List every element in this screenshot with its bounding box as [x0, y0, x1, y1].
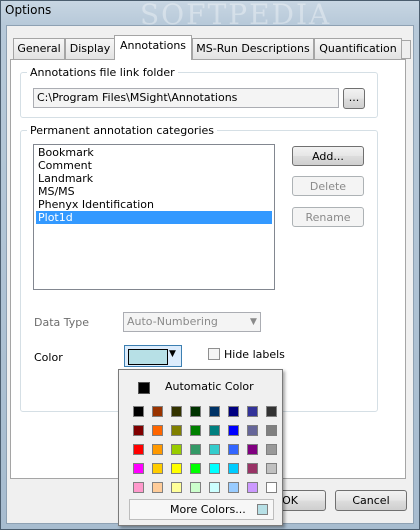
categories-list[interactable]: Bookmark Comment Landmark MS/MS Phenyx I… [33, 144, 275, 290]
palette-swatch[interactable] [171, 482, 182, 493]
list-item[interactable]: MS/MS [36, 185, 272, 198]
palette-swatch[interactable] [152, 444, 163, 455]
palette-swatch[interactable] [190, 425, 201, 436]
list-item[interactable]: Landmark [36, 172, 272, 185]
palette-swatch[interactable] [247, 406, 258, 417]
palette-swatch[interactable] [209, 425, 220, 436]
palette-swatch[interactable] [209, 482, 220, 493]
tab-scroll-arrow[interactable] [401, 40, 411, 59]
color-picker-button[interactable]: ▼ [124, 345, 182, 367]
palette-swatch[interactable] [228, 463, 239, 474]
palette-swatch[interactable] [247, 482, 258, 493]
palette-swatch[interactable] [133, 406, 144, 417]
palette-swatch[interactable] [152, 482, 163, 493]
window-title: Options [5, 3, 52, 17]
palette-swatch[interactable] [247, 425, 258, 436]
palette-swatch[interactable] [171, 406, 182, 417]
palette-swatch[interactable] [133, 463, 144, 474]
chevron-down-icon: ▼ [250, 317, 257, 327]
color-swatch-preview [128, 349, 168, 365]
palette-swatch[interactable] [228, 444, 239, 455]
color-label: Color [34, 351, 63, 364]
list-item[interactable]: Comment [36, 159, 272, 172]
list-item[interactable]: Phenyx Identification [36, 198, 272, 211]
data-type-select[interactable]: Auto-Numbering [123, 312, 261, 332]
add-category-button[interactable]: Add... [292, 146, 364, 166]
palette-swatch[interactable] [266, 406, 277, 417]
list-item-selected[interactable]: Plot1d [36, 211, 272, 224]
palette-swatch[interactable] [228, 406, 239, 417]
palette-swatch[interactable] [228, 425, 239, 436]
folder-group-label: Annotations file link folder [27, 66, 178, 79]
cancel-button[interactable]: Cancel [335, 490, 407, 511]
palette-swatch[interactable] [266, 463, 277, 474]
tab-ms-run-descriptions[interactable]: MS-Run Descriptions [192, 38, 314, 59]
more-colors-label: More Colors... [170, 503, 246, 516]
palette-swatch[interactable] [209, 406, 220, 417]
palette-swatch[interactable] [190, 406, 201, 417]
palette-swatch[interactable] [209, 463, 220, 474]
list-item[interactable]: Bookmark [36, 146, 272, 159]
palette-swatch[interactable] [190, 482, 201, 493]
palette-swatch[interactable] [133, 425, 144, 436]
palette-swatch[interactable] [171, 425, 182, 436]
palette-swatch[interactable] [190, 444, 201, 455]
categories-group-label: Permanent annotation categories [27, 124, 218, 137]
color-popup: Automatic Color More Colors... [118, 369, 283, 526]
data-type-label: Data Type [34, 316, 90, 329]
palette-swatch[interactable] [171, 444, 182, 455]
hide-labels-label: Hide labels [224, 348, 285, 361]
palette-swatch[interactable] [247, 444, 258, 455]
tab-general[interactable]: General [13, 38, 65, 59]
folder-path-field[interactable]: C:\Program Files\MSight\Annotations [33, 88, 339, 108]
palette-swatch[interactable] [171, 463, 182, 474]
rename-category-button[interactable]: Rename [292, 207, 364, 227]
palette-swatch[interactable] [266, 425, 277, 436]
tab-display[interactable]: Display [65, 38, 115, 59]
palette-swatch[interactable] [190, 463, 201, 474]
tab-quantification[interactable]: Quantification [314, 38, 402, 59]
hide-labels-checkbox[interactable] [208, 348, 220, 360]
automatic-color-swatch [138, 382, 150, 394]
palette-swatch[interactable] [133, 444, 144, 455]
browse-folder-button[interactable]: ... [343, 88, 365, 109]
tab-annotations[interactable]: Annotations [114, 35, 192, 60]
palette-swatch[interactable] [266, 482, 277, 493]
palette-swatch[interactable] [152, 425, 163, 436]
automatic-color-option[interactable]: Automatic Color [165, 380, 254, 393]
more-colors-button[interactable]: More Colors... [129, 499, 274, 520]
chevron-down-icon: ▼ [169, 349, 176, 359]
current-color-swatch [257, 504, 268, 515]
palette-swatch[interactable] [228, 482, 239, 493]
palette-swatch[interactable] [152, 406, 163, 417]
palette-swatch[interactable] [247, 463, 258, 474]
delete-category-button[interactable]: Delete [292, 176, 364, 196]
palette-swatch[interactable] [209, 444, 220, 455]
palette-swatch[interactable] [152, 463, 163, 474]
palette-swatch[interactable] [133, 482, 144, 493]
palette-swatch[interactable] [266, 444, 277, 455]
